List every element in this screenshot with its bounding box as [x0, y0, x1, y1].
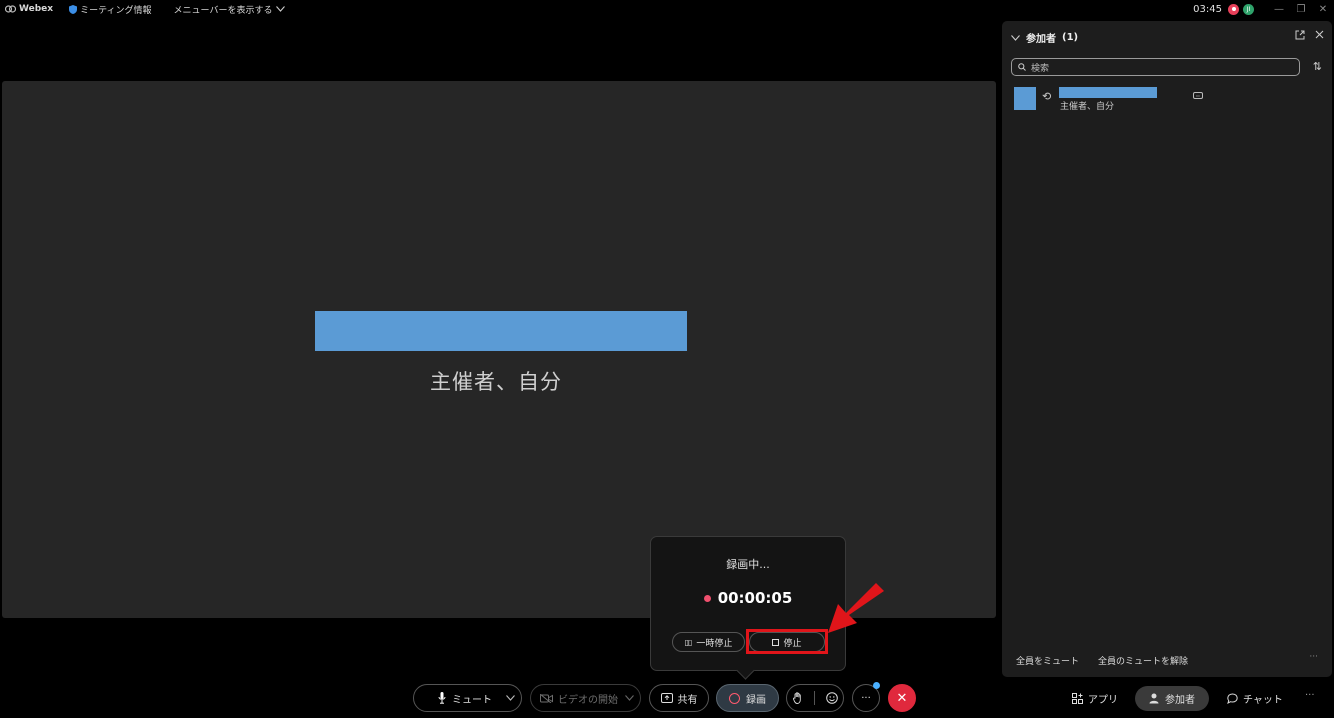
meeting-info-label: ミーティング情報: [80, 5, 152, 16]
chat-icon: [1227, 693, 1238, 704]
recording-popover: 録画中... 00:00:05 ▯▯ 一時停止 停止: [650, 536, 846, 671]
recording-timer: 00:00:05: [651, 589, 845, 607]
participants-tab[interactable]: 参加者: [1135, 686, 1209, 711]
more-options-button[interactable]: ···: [852, 682, 880, 712]
webex-logo: Webex: [5, 4, 53, 14]
participants-icon: [1149, 693, 1159, 704]
record-button[interactable]: 録画: [716, 684, 779, 712]
minimize-icon[interactable]: —: [1268, 0, 1290, 18]
share-screen-icon: [660, 693, 673, 703]
emoji-reaction-icon[interactable]: [825, 692, 838, 704]
apps-label: アプリ: [1088, 695, 1118, 706]
webex-logo-icon: [5, 5, 16, 13]
raise-hand-icon[interactable]: [792, 692, 803, 704]
video-label: ビデオの開始: [558, 694, 618, 706]
video-stage: 主催者、自分: [2, 81, 996, 618]
panel-title: 参加者: [1026, 34, 1056, 45]
chevron-down-icon[interactable]: [625, 695, 634, 701]
chevron-down-icon[interactable]: [1011, 34, 1020, 41]
tabs-more-button[interactable]: ···: [1305, 690, 1315, 701]
mute-button[interactable]: ミュート: [413, 684, 522, 712]
start-video-button[interactable]: ビデオの開始: [530, 684, 641, 712]
restore-icon[interactable]: ❐: [1290, 0, 1312, 18]
sync-icon: ⟲: [1042, 90, 1052, 103]
divider: [813, 691, 815, 705]
close-window-icon[interactable]: ✕: [1312, 0, 1334, 18]
red-arrow-annotation: [828, 583, 884, 633]
microphone-icon: [438, 692, 446, 704]
stage-role-label: 主催者、自分: [430, 370, 562, 394]
avatar[interactable]: JI: [1243, 3, 1254, 15]
recording-indicator-icon: [1228, 3, 1239, 15]
participant-name-redacted: [1059, 87, 1157, 98]
mute-label: ミュート: [452, 694, 492, 706]
unmute-all-button[interactable]: 全員のミュートを解除: [1098, 654, 1188, 667]
participant-name-redacted: [315, 311, 687, 351]
participant-role: 主催者、自分: [1060, 102, 1115, 112]
chat-label: チャット: [1243, 695, 1283, 706]
share-label: 共有: [677, 694, 698, 706]
participants-tab-label: 参加者: [1165, 695, 1195, 706]
participants-panel: 参加者 (1) 検索 ⇅ ⟲ 主催者、自分 ▭ 全員をミュート 全員のミュートを…: [1002, 21, 1332, 677]
apps-button[interactable]: アプリ: [1072, 686, 1118, 711]
show-menubar-button[interactable]: メニューバーを表示する: [174, 3, 286, 16]
close-icon: ✕: [896, 690, 908, 706]
shield-icon: [69, 4, 78, 14]
panel-more-button[interactable]: ···: [1309, 652, 1318, 662]
more-label: ···: [861, 692, 871, 704]
mute-all-button[interactable]: 全員をミュート: [1016, 654, 1079, 667]
pop-out-icon[interactable]: [1295, 30, 1305, 40]
participants-panel-header[interactable]: 参加者 (1): [1011, 30, 1078, 45]
app-name: Webex: [19, 4, 54, 14]
share-button[interactable]: 共有: [649, 684, 709, 712]
pause-icon: ▯▯: [684, 637, 693, 647]
clock: 03:45: [1193, 3, 1222, 15]
show-menubar-label: メニューバーを表示する: [173, 5, 273, 16]
sort-icon[interactable]: ⇅: [1313, 60, 1322, 73]
recording-dot-icon: [703, 594, 711, 602]
chevron-down-icon: [276, 6, 286, 12]
record-icon: [729, 692, 740, 704]
video-off-icon: [540, 693, 553, 703]
reactions-group: [786, 684, 844, 712]
recording-time: 00:00:05: [717, 589, 793, 607]
stop-highlight-annotation: [746, 629, 828, 654]
meeting-info-button[interactable]: ミーティング情報: [69, 3, 152, 16]
chat-tab[interactable]: チャット: [1227, 686, 1283, 711]
close-icon[interactable]: [1315, 30, 1324, 39]
participant-count: (1): [1062, 32, 1079, 43]
participant-search-input[interactable]: 検索: [1011, 58, 1300, 76]
record-label: 録画: [746, 694, 766, 706]
caption-icon: ▭: [1193, 92, 1203, 99]
search-placeholder: 検索: [1031, 63, 1050, 74]
chevron-down-icon[interactable]: [506, 695, 515, 701]
title-bar: Webex ミーティング情報 メニューバーを表示する 03:45 JI — ❐ …: [0, 0, 1334, 18]
recording-status-title: 録画中...: [726, 558, 770, 571]
notification-badge: [873, 682, 880, 689]
participant-row[interactable]: ⟲ 主催者、自分 ▭: [1014, 87, 1314, 113]
avatar: [1014, 87, 1036, 110]
search-icon: [1018, 63, 1026, 71]
end-meeting-button[interactable]: ✕: [888, 684, 916, 712]
apps-icon: [1072, 693, 1083, 704]
pause-recording-button[interactable]: ▯▯ 一時停止: [672, 632, 745, 652]
pause-label: 一時停止: [696, 638, 733, 649]
